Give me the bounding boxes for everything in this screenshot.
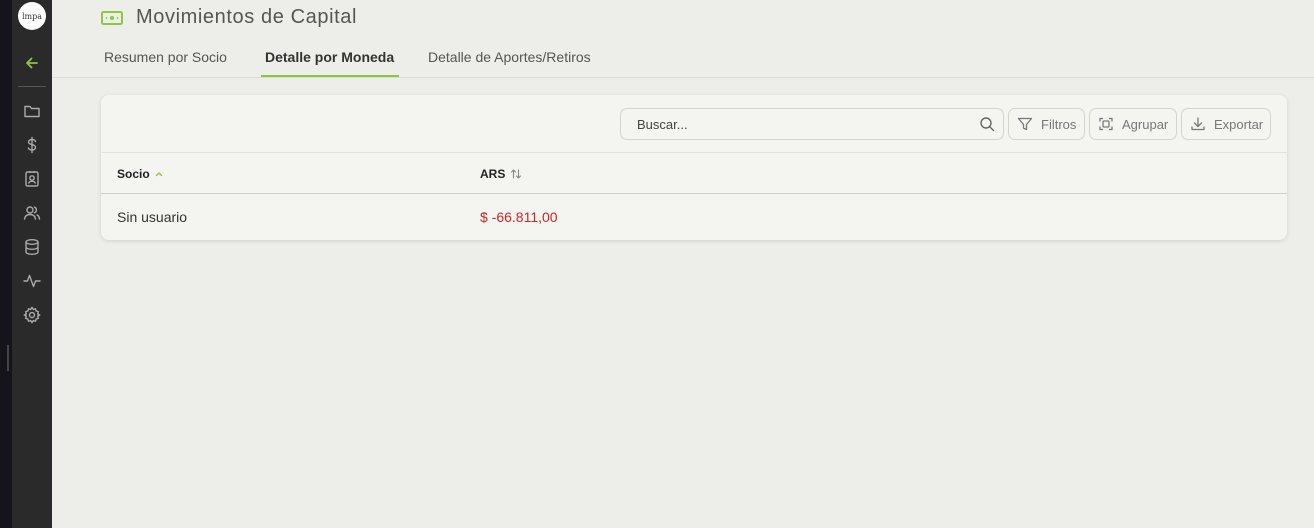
- active-tab-indicator: [261, 75, 399, 77]
- sort-both-icon[interactable]: [510, 168, 522, 180]
- group-button[interactable]: Agrupar: [1089, 108, 1177, 140]
- back-arrow-icon[interactable]: [22, 53, 42, 73]
- tab-detalle-aportes-retiros[interactable]: Detalle de Aportes/Retiros: [428, 49, 591, 75]
- column-label-socio: Socio: [117, 167, 150, 181]
- column-header-ars[interactable]: ARS: [480, 167, 522, 181]
- cell-socio: Sin usuario: [117, 209, 188, 225]
- filters-button[interactable]: Filtros: [1008, 108, 1085, 140]
- money-bill-icon: [101, 11, 123, 25]
- page-title: Movimientos de Capital: [136, 6, 358, 28]
- search-icon[interactable]: [979, 116, 995, 132]
- group-label: Agrupar: [1122, 116, 1169, 132]
- window-edge: [0, 0, 12, 528]
- sidebar: lmpa: [12, 0, 52, 528]
- database-icon[interactable]: [22, 237, 42, 257]
- export-label: Exportar: [1214, 116, 1264, 132]
- sort-ascending-icon[interactable]: [155, 170, 163, 178]
- search-box: [620, 108, 1004, 140]
- filters-label: Filtros: [1041, 116, 1077, 132]
- download-icon: [1191, 117, 1205, 131]
- folder-icon[interactable]: [22, 101, 42, 121]
- logo-text: lmpa: [21, 11, 43, 21]
- cell-ars: $ -66.811,00: [480, 209, 558, 225]
- tab-bar: Resumen por Socio Detalle por Moneda Det…: [52, 40, 1314, 78]
- tab-detalle-por-moneda[interactable]: Detalle por Moneda: [265, 49, 394, 75]
- column-label-ars: ARS: [480, 167, 506, 181]
- sidebar-divider: [18, 86, 46, 87]
- table-header: Socio ARS: [101, 154, 1287, 194]
- table-row[interactable]: Sin usuario $ -66.811,00: [101, 195, 1287, 240]
- export-button[interactable]: Exportar: [1181, 108, 1271, 140]
- app-logo[interactable]: lmpa: [18, 2, 46, 30]
- column-header-socio[interactable]: Socio: [117, 167, 163, 181]
- resize-handle[interactable]: [7, 345, 9, 371]
- activity-icon[interactable]: [22, 271, 42, 291]
- users-icon[interactable]: [22, 203, 42, 223]
- search-input[interactable]: [621, 109, 971, 139]
- group-icon: [1099, 117, 1113, 131]
- contact-card-icon[interactable]: [22, 169, 42, 189]
- tab-resumen-por-socio[interactable]: Resumen por Socio: [104, 49, 227, 75]
- table-toolbar: Filtros Agrupar Exportar: [101, 95, 1287, 153]
- filter-icon: [1017, 117, 1033, 131]
- gear-icon[interactable]: [22, 305, 42, 325]
- dollar-icon[interactable]: [22, 135, 42, 155]
- data-table-card: Filtros Agrupar Exportar Socio ARS Sin u…: [101, 95, 1287, 240]
